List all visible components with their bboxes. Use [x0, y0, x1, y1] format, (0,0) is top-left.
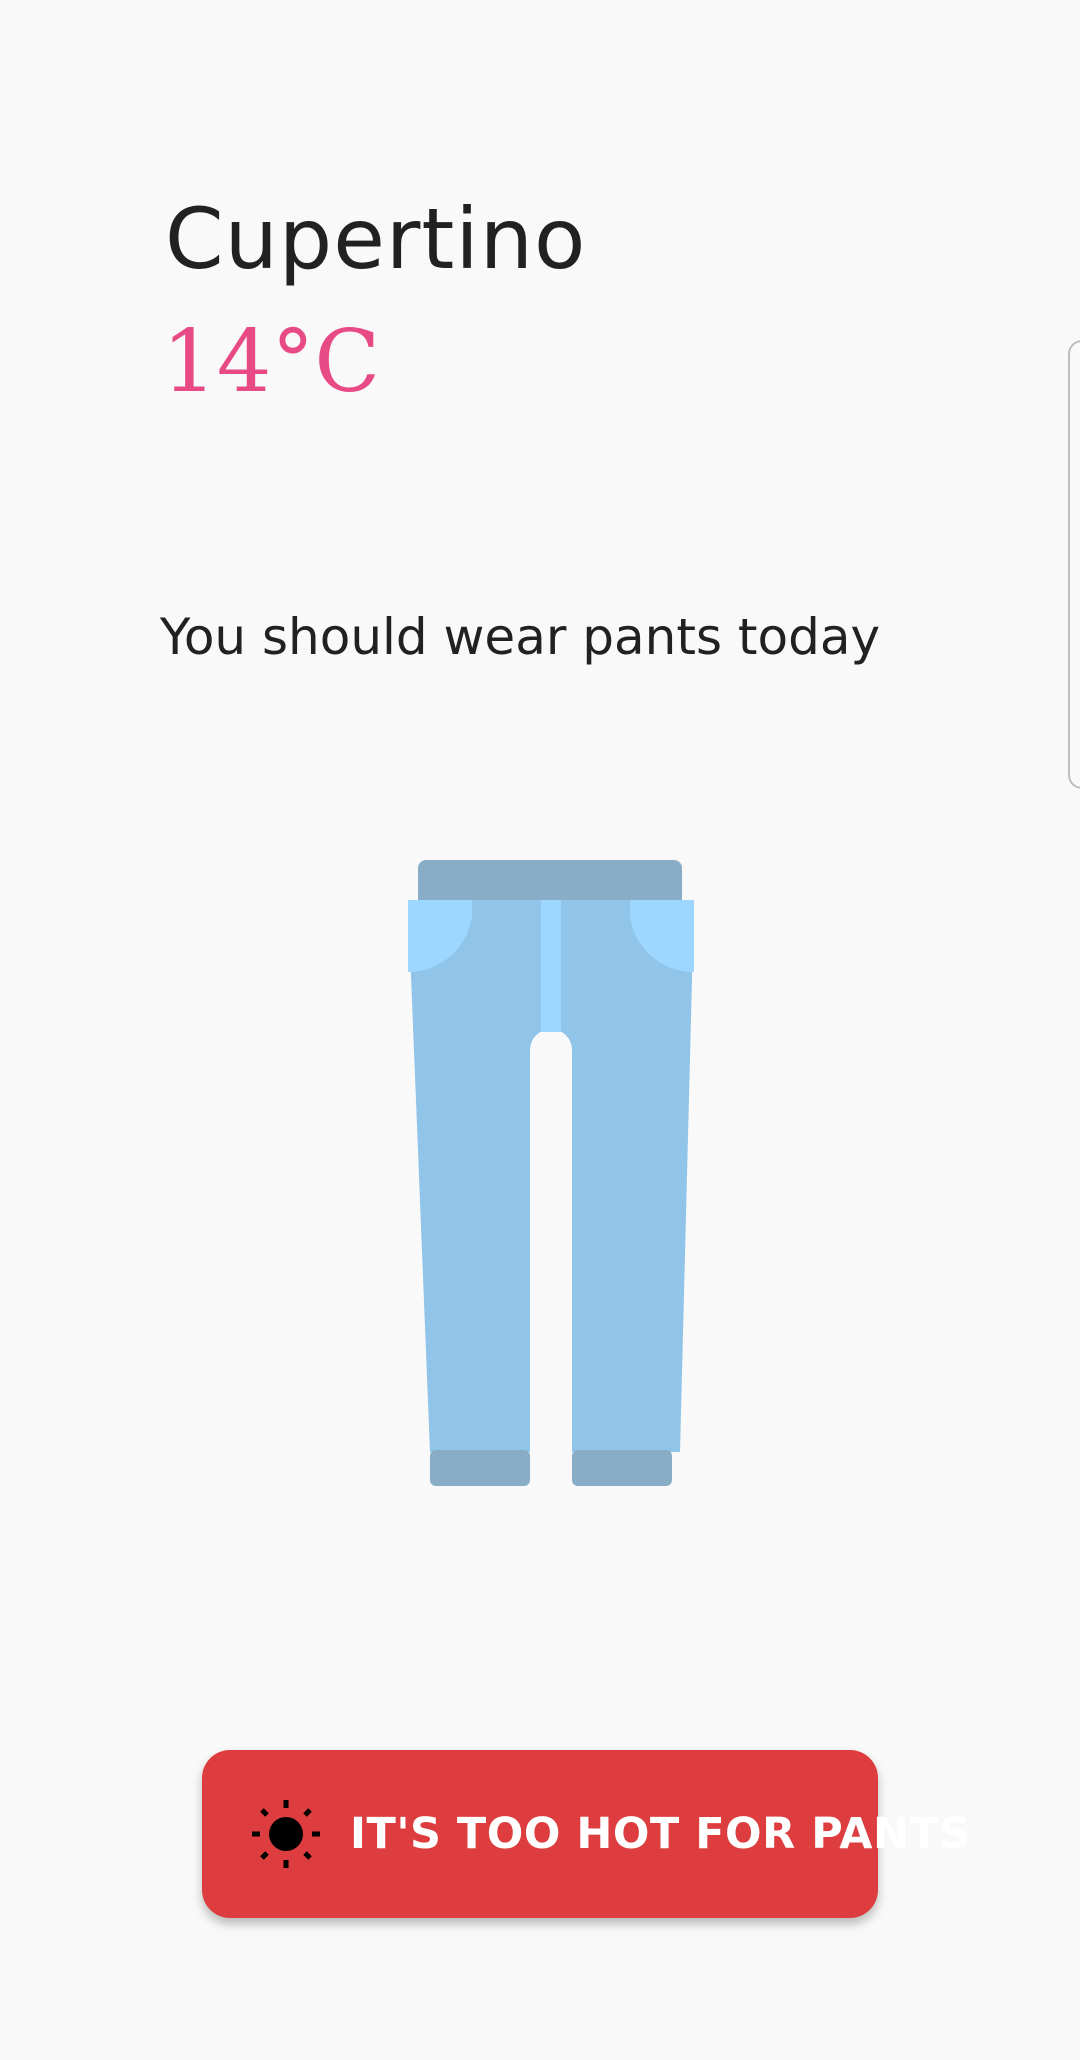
pants-right-cuff	[572, 1450, 672, 1486]
pants-fly	[541, 900, 561, 1032]
too-hot-button-label: IT'S TOO HOT FOR PANTS	[350, 1809, 971, 1859]
clothing-advice: You should wear pants today	[159, 608, 881, 666]
sun-icon	[252, 1800, 320, 1868]
pants-illustration	[408, 860, 694, 1486]
side-drawer-handle[interactable]	[1068, 340, 1080, 789]
pants-left-cuff	[430, 1450, 530, 1486]
too-hot-button[interactable]: IT'S TOO HOT FOR PANTS	[202, 1750, 970, 1918]
city-name: Cupertino	[165, 190, 587, 288]
temperature-value: 14°C	[162, 312, 381, 412]
